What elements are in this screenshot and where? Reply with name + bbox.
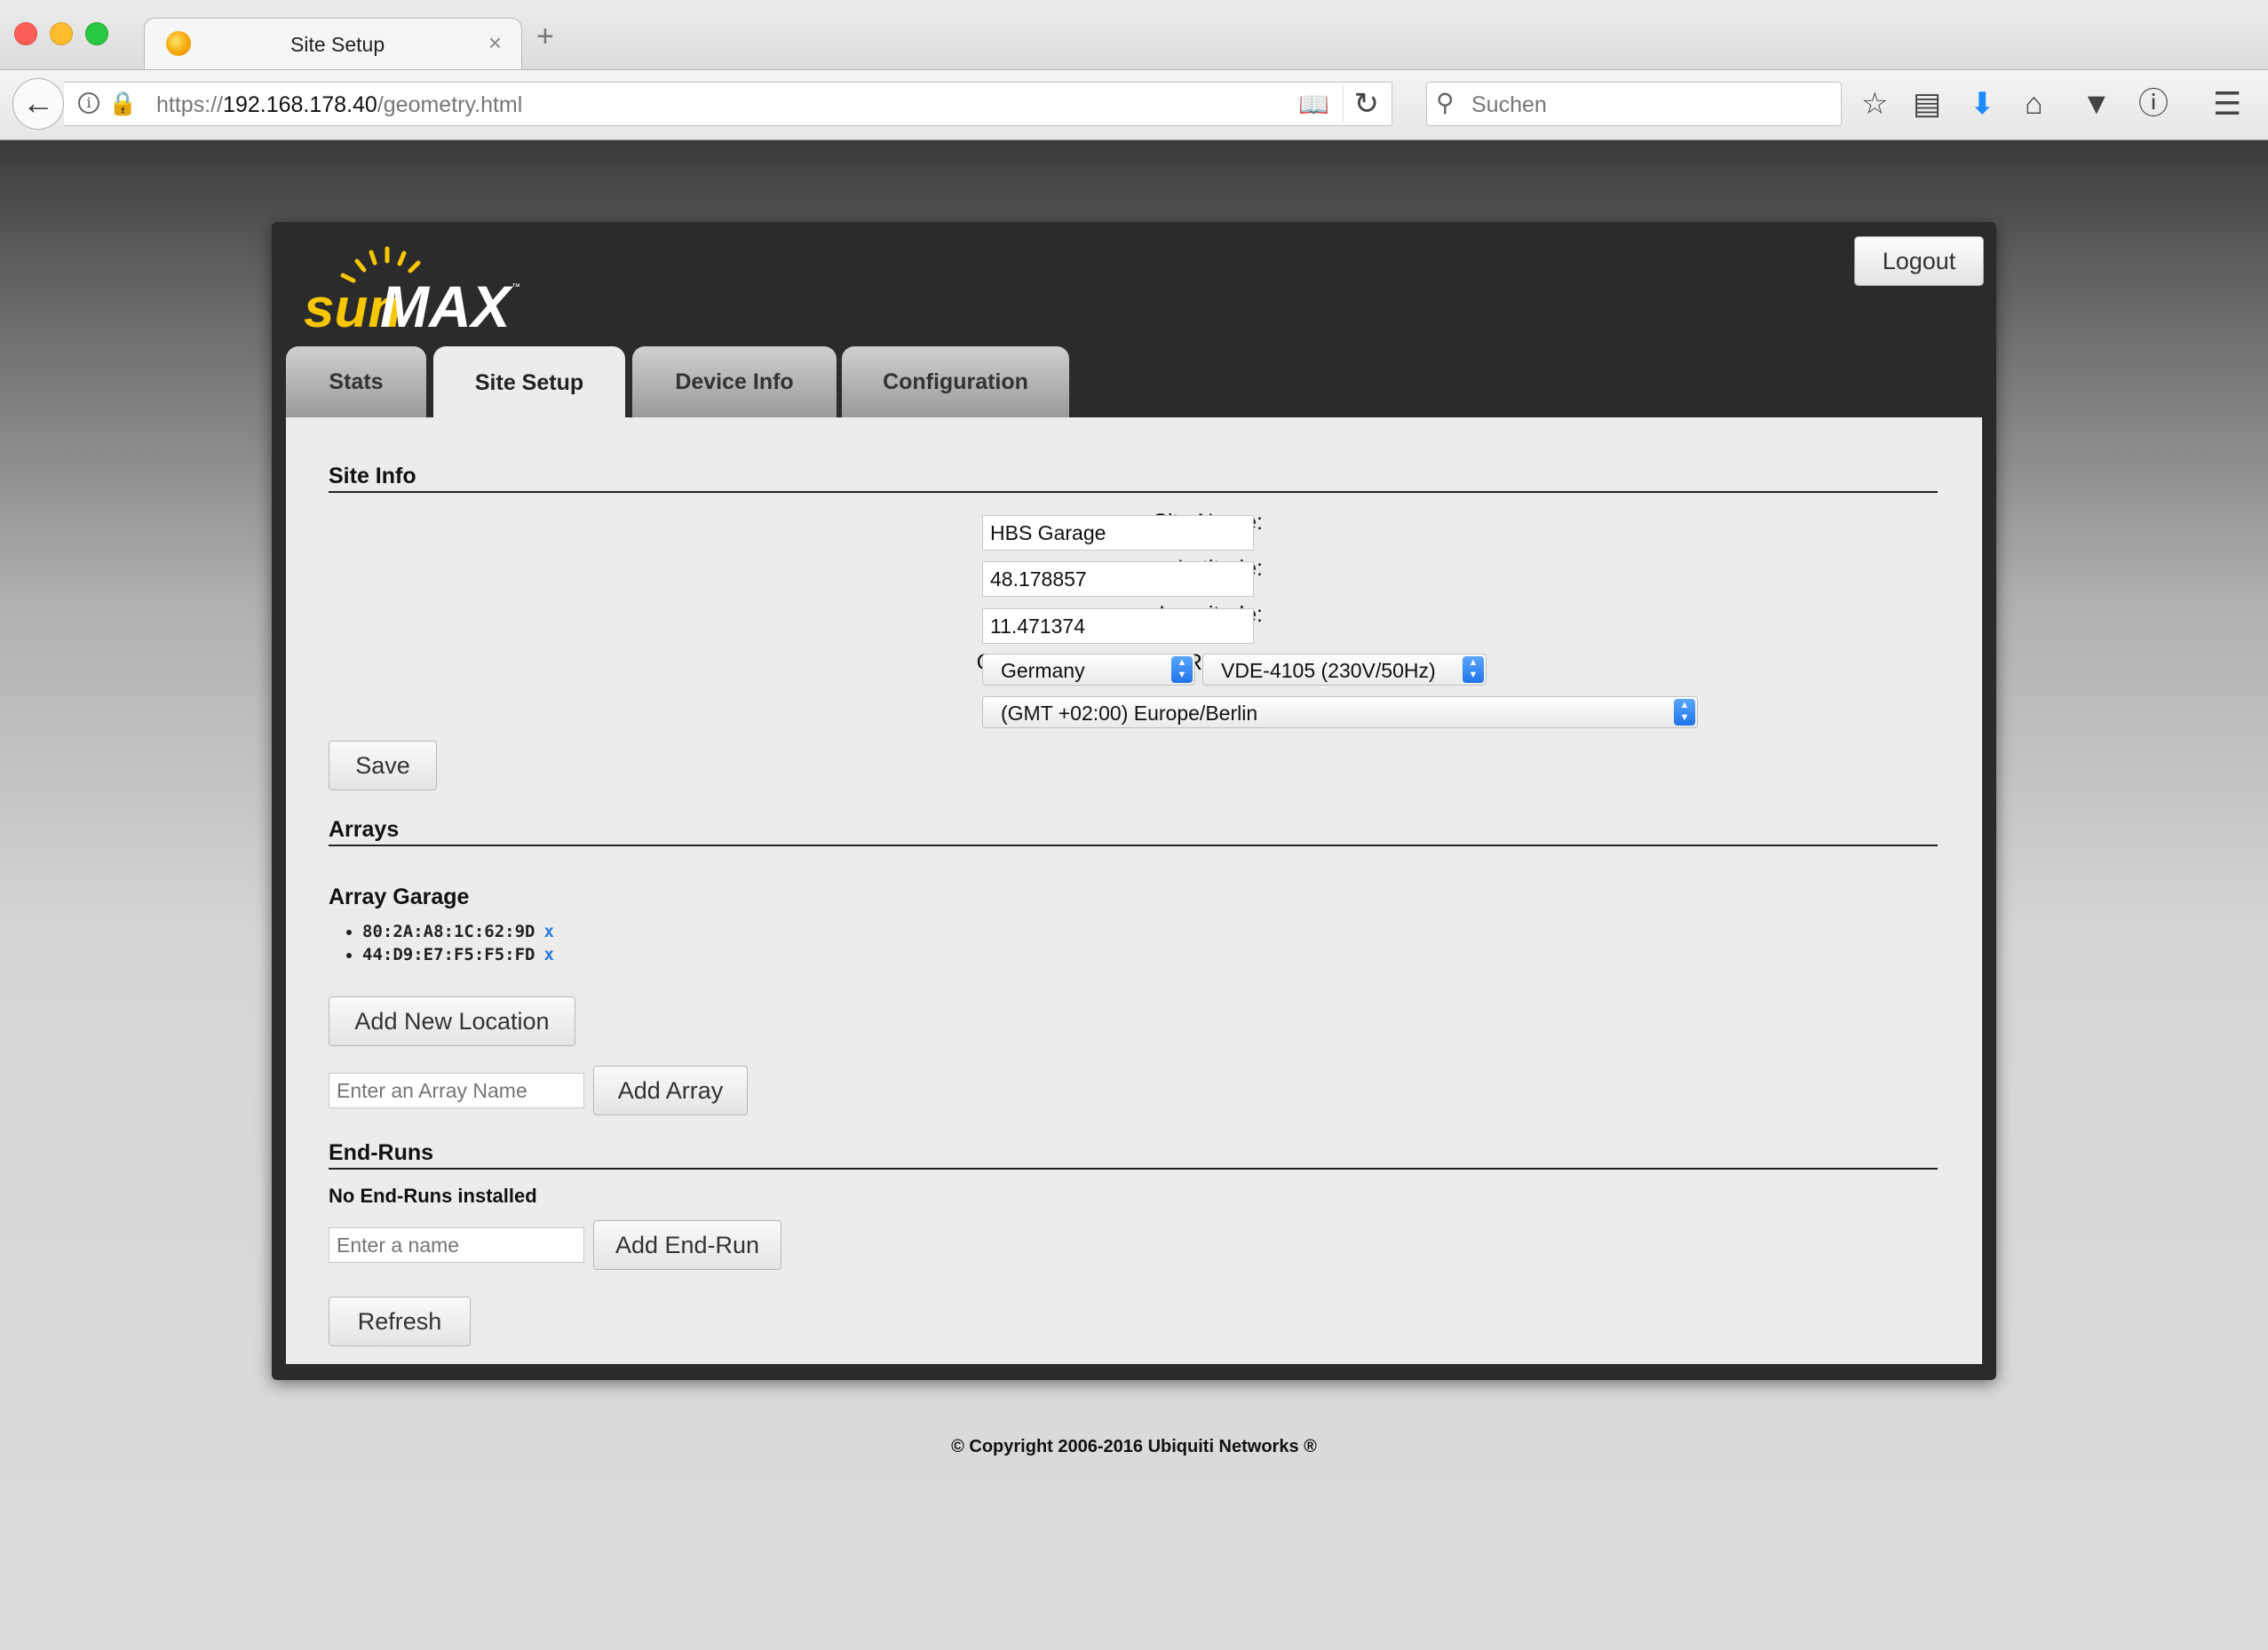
insecure-lock-icon[interactable]: 🔒 ⚠ (108, 90, 137, 117)
device-mac: 44:D9:E7:F5:F5:FD (362, 945, 535, 964)
array-device-list: 80:2A:A8:1C:62:9D x 44:D9:E7:F5:F5:FD x (339, 920, 554, 966)
timezone-select[interactable]: (GMT +02:00) Europe/Berlin ▲ ▼ (982, 696, 1698, 728)
browser-tab-site-setup[interactable]: Site Setup × (144, 18, 522, 69)
page-background: sun MAX ™ Logout Stats Site Setup Device… (0, 140, 2268, 1650)
end-run-name-input[interactable] (329, 1227, 584, 1263)
search-placeholder: Suchen (1471, 92, 1547, 117)
tab-stats[interactable]: Stats (286, 346, 426, 417)
zoom-window-button[interactable] (85, 22, 108, 45)
array-name: Array Garage (329, 884, 470, 909)
array-name-input[interactable] (329, 1073, 584, 1108)
browser-toolbar: ← i 🔒 ⚠ https://192.168.178.40/geometry.h… (0, 70, 2268, 140)
site-setup-panel: Site Info Site Name: Latitude: Longitude… (286, 417, 1982, 1364)
tab-device-info[interactable]: Device Info (632, 346, 837, 417)
logo-max-text: MAX (380, 274, 514, 332)
regulation-select-value: VDE-4105 (230V/50Hz) (1221, 659, 1436, 682)
latitude-input[interactable] (982, 561, 1254, 597)
logo-tm-text: ™ (511, 282, 520, 292)
sunmax-logo: sun MAX ™ (304, 246, 520, 332)
browser-tab-bar: Site Setup × + (0, 0, 2268, 70)
hamburger-menu-icon[interactable]: ☰ (2213, 84, 2241, 123)
download-icon[interactable]: ⬇ (1970, 84, 1995, 123)
select-arrows-icon: ▲ ▼ (1463, 656, 1484, 683)
refresh-button[interactable]: Refresh (329, 1297, 471, 1346)
reload-icon[interactable]: ↻ (1342, 86, 1379, 122)
reader-view-icon[interactable]: 📖 (1298, 90, 1329, 119)
longitude-input[interactable] (982, 608, 1254, 644)
app-frame: sun MAX ™ Logout Stats Site Setup Device… (272, 222, 1996, 1380)
list-item: 44:D9:E7:F5:F5:FD x (362, 943, 554, 966)
country-select-value: Germany (1001, 659, 1085, 682)
tab-close-icon[interactable]: × (488, 29, 502, 57)
logout-button[interactable]: Logout (1854, 236, 1984, 286)
tab-site-setup[interactable]: Site Setup (433, 346, 625, 419)
home-icon[interactable]: ⌂ (2025, 84, 2043, 123)
browser-tab-title: Site Setup (290, 33, 385, 56)
save-button[interactable]: Save (329, 741, 437, 790)
close-window-button[interactable] (14, 22, 37, 45)
add-array-button[interactable]: Add Array (593, 1066, 748, 1115)
device-mac: 80:2A:A8:1C:62:9D (362, 922, 535, 941)
tab-configuration[interactable]: Configuration (842, 346, 1069, 417)
bookmark-star-icon[interactable]: ☆ (1861, 84, 1888, 123)
end-runs-status: No End-Runs installed (329, 1185, 537, 1207)
arrays-heading: Arrays (329, 817, 1938, 846)
copyright-footer: © Copyright 2006-2016 Ubiquiti Networks … (951, 1437, 1317, 1456)
bookmarks-list-icon[interactable]: ▤ (1913, 84, 1941, 123)
minimize-window-button[interactable] (50, 22, 73, 45)
regulation-select[interactable]: VDE-4105 (230V/50Hz) ▲ ▼ (1202, 654, 1487, 686)
remove-device-icon[interactable]: x (543, 922, 553, 941)
site-info-heading: Site Info (329, 464, 1938, 493)
timezone-select-value: (GMT +02:00) Europe/Berlin (1001, 702, 1258, 725)
country-select[interactable]: Germany ▲ ▼ (982, 654, 1195, 686)
remove-device-icon[interactable]: x (543, 945, 553, 964)
new-tab-button[interactable]: + (536, 21, 554, 52)
pocket-icon[interactable]: ▼ (2082, 84, 2112, 123)
site-name-input[interactable] (982, 515, 1254, 551)
list-item: 80:2A:A8:1C:62:9D x (362, 920, 554, 943)
address-bar[interactable]: i 🔒 ⚠ https://192.168.178.40/geometry.htm… (64, 82, 1392, 126)
end-runs-heading: End-Runs (329, 1140, 1938, 1170)
favicon-icon (166, 31, 191, 56)
search-icon: ⚲ (1436, 89, 1455, 116)
select-arrows-icon: ▲ ▼ (1674, 699, 1695, 726)
add-new-location-button[interactable]: Add New Location (329, 996, 575, 1046)
alert-circle-icon[interactable]: ⓘ (2138, 84, 2169, 123)
info-icon[interactable]: i (78, 92, 99, 114)
select-arrows-icon: ▲ ▼ (1171, 656, 1193, 683)
search-input[interactable]: ⚲ Suchen (1426, 82, 1842, 126)
back-button[interactable]: ← (12, 78, 64, 130)
add-end-run-button[interactable]: Add End-Run (593, 1220, 781, 1270)
url-text[interactable]: https://192.168.178.40/geometry.html (156, 92, 522, 118)
